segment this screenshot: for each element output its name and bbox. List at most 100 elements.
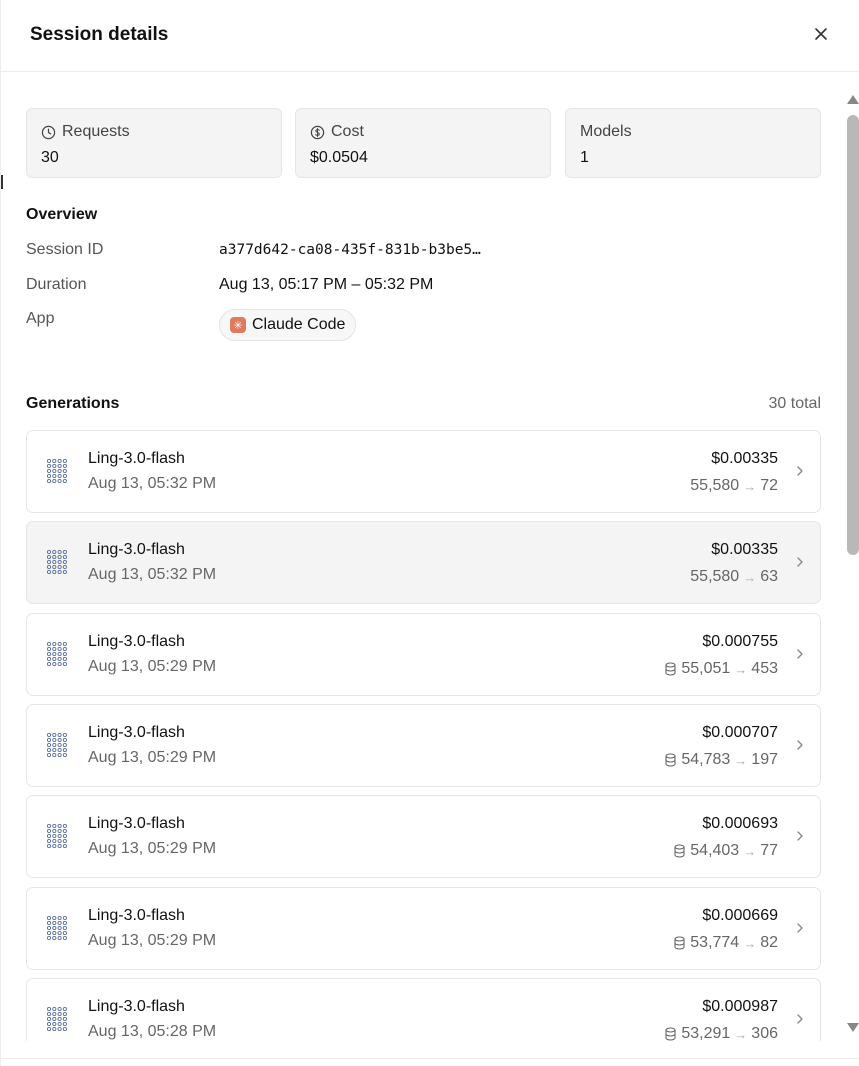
model-icon: [46, 732, 67, 758]
stats-row: Requests 30 Cost $0.0504 Models 1: [26, 108, 821, 178]
app-chip-label: Claude Code: [252, 316, 346, 333]
generation-row[interactable]: Ling-3.0-flash Aug 13, 05:28 PM $0.000987 5…: [26, 978, 821, 1041]
arrow-right-icon: →: [743, 569, 757, 585]
generation-time: Aug 13, 05:29 PM: [88, 749, 217, 766]
generation-tokens: 53,774 → 82: [673, 934, 778, 952]
footer-divider: [1, 1058, 859, 1059]
model-icon: [46, 458, 67, 484]
generation-cost: $0.000755: [702, 633, 778, 650]
generation-cost: $0.000707: [702, 724, 778, 741]
generation-row[interactable]: Ling-3.0-flash Aug 13, 05:29 PM $0.000669 5…: [26, 887, 821, 970]
dollar-icon: [310, 125, 325, 139]
generation-model: Ling-3.0-flash: [88, 541, 185, 558]
stat-cost-value: $0.0504: [310, 149, 368, 166]
arrow-right-icon: →: [734, 1026, 748, 1042]
model-icon: [46, 641, 67, 667]
generation-model: Ling-3.0-flash: [88, 724, 185, 741]
generation-time: Aug 13, 05:29 PM: [88, 840, 217, 857]
output-tokens: 306: [751, 1025, 778, 1041]
stat-models-label: Models: [580, 123, 632, 140]
generation-time: Aug 13, 05:32 PM: [88, 475, 217, 492]
generation-time: Aug 13, 05:28 PM: [88, 1023, 217, 1040]
scrollbar-thumb[interactable]: [847, 115, 859, 555]
chevron-right-icon: [797, 466, 803, 476]
input-tokens: 55,051: [681, 660, 731, 677]
generation-row[interactable]: Ling-3.0-flash Aug 13, 05:32 PM $0.00335 55…: [26, 430, 821, 513]
arrow-right-icon: →: [734, 661, 748, 677]
chevron-right-icon: [797, 831, 803, 841]
output-tokens: 77: [760, 842, 778, 859]
app-label: App: [26, 310, 55, 327]
output-tokens: 82: [760, 934, 778, 951]
cache-icon: [665, 753, 676, 767]
input-tokens: 55,580: [690, 568, 740, 585]
close-icon: [815, 28, 827, 40]
cache-icon: [674, 936, 685, 950]
duration-value: Aug 13, 05:17 PM – 05:32 PM: [219, 276, 434, 293]
input-tokens: 54,403: [690, 842, 740, 859]
generation-tokens: 55,580 → 63: [690, 568, 778, 586]
stat-requests-label: Requests: [62, 123, 130, 140]
stat-cost-label: Cost: [331, 123, 364, 140]
generation-row[interactable]: Ling-3.0-flash Aug 13, 05:29 PM $0.000707 5…: [26, 704, 821, 787]
arrow-right-icon: →: [743, 935, 757, 951]
input-tokens: 53,774: [690, 934, 740, 951]
output-tokens: 197: [751, 751, 778, 768]
panel-header: Session details: [1, 0, 859, 72]
generation-model: Ling-3.0-flash: [88, 998, 185, 1015]
output-tokens: 453: [751, 660, 778, 677]
generation-row[interactable]: Ling-3.0-flash Aug 13, 05:29 PM $0.000693 5…: [26, 795, 821, 878]
arrow-right-icon: →: [743, 843, 757, 859]
stat-models: Models 1: [565, 108, 821, 178]
overview-title: Overview: [26, 206, 98, 223]
generation-cost: $0.00335: [711, 541, 778, 558]
session-id-value[interactable]: a377d642-ca08-435f-831b-b3be5…: [219, 242, 481, 258]
generation-model: Ling-3.0-flash: [88, 450, 185, 467]
stat-requests: Requests 30: [26, 108, 282, 178]
model-icon: [46, 823, 67, 849]
model-icon: [46, 549, 67, 575]
panel-body[interactable]: Requests 30 Cost $0.0504 Models 1 Overvi…: [1, 73, 846, 1041]
cache-icon: [665, 1027, 676, 1041]
generation-model: Ling-3.0-flash: [88, 815, 185, 832]
scrollbar[interactable]: [846, 95, 859, 1037]
generation-cost: $0.00335: [711, 450, 778, 467]
clock-icon: [41, 125, 56, 139]
input-tokens: 55,580: [690, 477, 740, 494]
generation-time: Aug 13, 05:29 PM: [88, 932, 217, 949]
input-tokens: 54,783: [681, 751, 731, 768]
arrow-right-icon: →: [743, 478, 757, 494]
stat-models-value: 1: [580, 149, 589, 166]
generation-tokens: 55,580 → 72: [690, 477, 778, 495]
generation-row[interactable]: Ling-3.0-flash Aug 13, 05:29 PM $0.000755 5…: [26, 613, 821, 696]
generation-time: Aug 13, 05:29 PM: [88, 658, 217, 675]
output-tokens: 72: [760, 477, 778, 494]
chevron-right-icon: [797, 557, 803, 567]
model-icon: [46, 1006, 67, 1032]
input-tokens: 53,291: [681, 1025, 731, 1041]
model-icon: [46, 915, 67, 941]
generation-cost: $0.000693: [702, 815, 778, 832]
scroll-up-arrow[interactable]: [847, 95, 859, 104]
scroll-down-arrow[interactable]: [847, 1023, 859, 1032]
generation-tokens: 54,403 → 77: [673, 842, 778, 860]
duration-label: Duration: [26, 276, 87, 293]
generations-title: Generations: [26, 395, 120, 412]
app-chip[interactable]: ✳ Claude Code: [219, 309, 357, 341]
generation-row[interactable]: Ling-3.0-flash Aug 13, 05:32 PM $0.00335 55…: [26, 521, 821, 604]
claude-logo-icon: ✳: [230, 317, 246, 333]
close-button[interactable]: [809, 22, 833, 46]
session-details-panel: Session details Requests 30 Cost $0.0504…: [0, 0, 859, 1066]
generations-total: 30 total: [768, 395, 821, 412]
stat-cost: Cost $0.0504: [295, 108, 551, 178]
arrow-right-icon: →: [734, 752, 748, 768]
chevron-right-icon: [797, 649, 803, 659]
cache-icon: [674, 844, 685, 858]
generation-model: Ling-3.0-flash: [88, 907, 185, 924]
generation-cost: $0.000669: [702, 907, 778, 924]
generation-tokens: 54,783 → 197: [664, 751, 778, 769]
generation-tokens: 53,291 → 306: [664, 1025, 778, 1041]
chevron-right-icon: [797, 740, 803, 750]
generation-tokens: 55,051 → 453: [664, 660, 778, 678]
stat-requests-value: 30: [41, 149, 59, 166]
